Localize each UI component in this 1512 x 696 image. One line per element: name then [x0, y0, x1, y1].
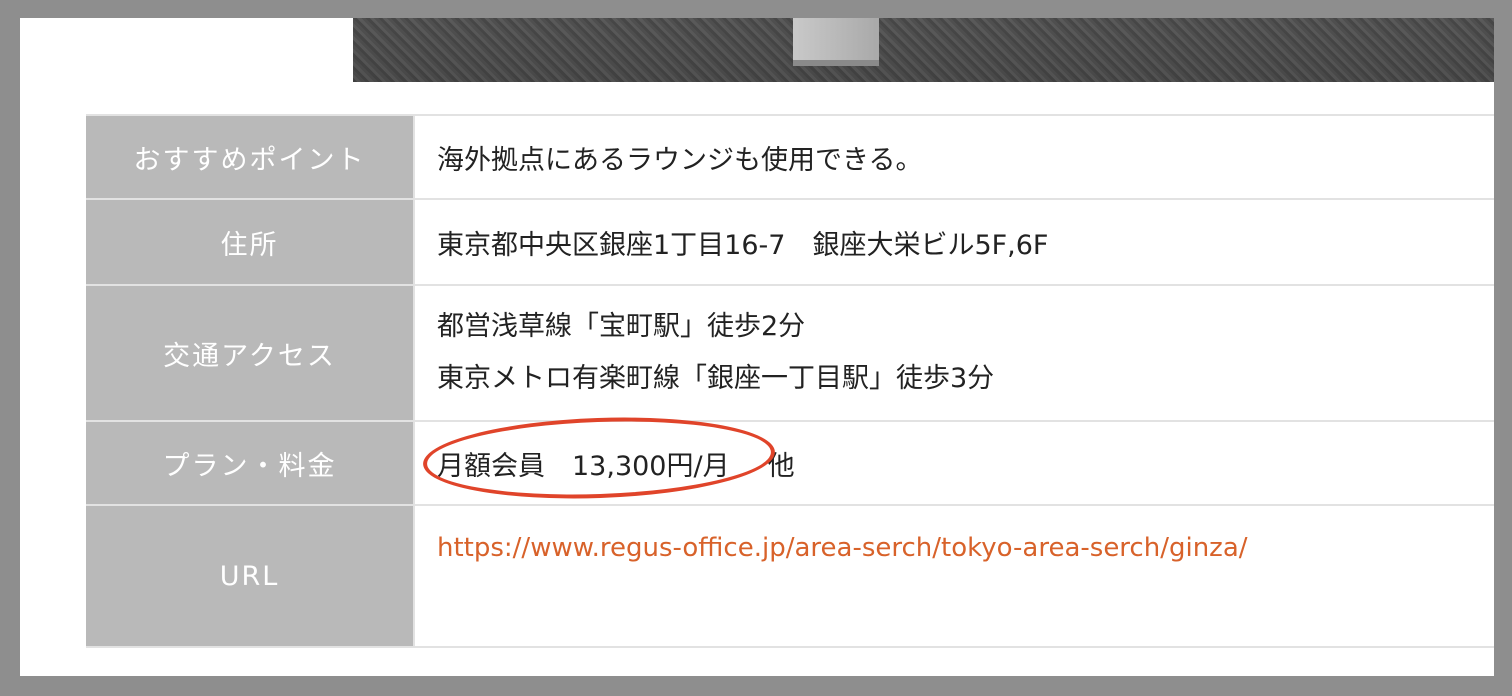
row-label-address: 住所	[86, 198, 414, 286]
row-label-access: 交通アクセス	[86, 284, 414, 422]
row-value-address: 東京都中央区銀座1丁目16-7 銀座大栄ビル5F,6F	[413, 198, 1494, 286]
table-row: URL https://www.regus-office.jp/area-ser…	[86, 504, 1494, 648]
table-row: 交通アクセス 都営浅草線「宝町駅」徒歩2分 東京メトロ有楽町線「銀座一丁目駅」徒…	[86, 284, 1494, 422]
price-text: 月額会員 13,300円/月	[437, 450, 730, 482]
office-url-link[interactable]: https://www.regus-office.jp/area-serch/t…	[437, 533, 1248, 563]
other-plans-text: 他	[767, 450, 795, 482]
row-label-plan: プラン・料金	[86, 420, 414, 506]
page: おすすめポイント 海外拠点にあるラウンジも使用できる。 住所 東京都中央区銀座1…	[20, 18, 1494, 676]
price-highlight-group: 月額会員 13,300円/月	[421, 411, 777, 504]
row-label-recommend: おすすめポイント	[86, 114, 414, 200]
row-value-url: https://www.regus-office.jp/area-serch/t…	[413, 504, 1494, 648]
table-row: 住所 東京都中央区銀座1丁目16-7 銀座大栄ビル5F,6F	[86, 198, 1494, 286]
photo-pillar	[793, 18, 879, 66]
office-photo	[353, 18, 1494, 82]
table-row: プラン・料金 月額会員 13,300円/月 他	[86, 411, 1494, 506]
access-line-2: 東京メトロ有楽町線「銀座一丁目駅」徒歩3分	[437, 363, 995, 394]
row-value-plan: 月額会員 13,300円/月 他	[413, 411, 1494, 506]
table-row: おすすめポイント 海外拠点にあるラウンジも使用できる。	[86, 114, 1494, 200]
row-value-recommend: 海外拠点にあるラウンジも使用できる。	[413, 114, 1494, 200]
row-label-url: URL	[86, 504, 414, 648]
row-value-access: 都営浅草線「宝町駅」徒歩2分 東京メトロ有楽町線「銀座一丁目駅」徒歩3分	[413, 284, 1494, 422]
office-info-table: おすすめポイント 海外拠点にあるラウンジも使用できる。 住所 東京都中央区銀座1…	[86, 114, 1494, 648]
access-line-1: 都営浅草線「宝町駅」徒歩2分	[437, 311, 806, 342]
